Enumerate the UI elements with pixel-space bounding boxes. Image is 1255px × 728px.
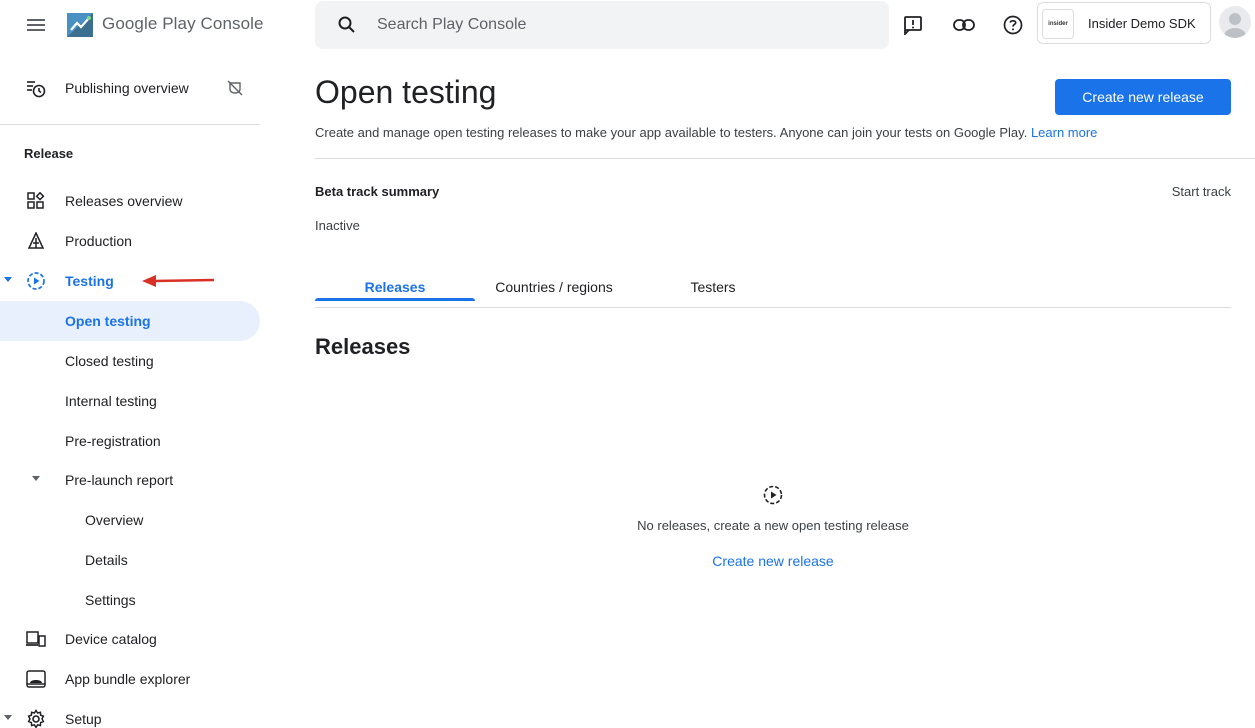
devices-icon: [26, 629, 46, 649]
tab-testers[interactable]: Testers: [633, 266, 793, 308]
sidebar-item-label: Releases overview: [65, 193, 183, 209]
feedback-icon[interactable]: [901, 13, 925, 37]
sidebar: Publishing overview Release Releases ove…: [0, 60, 262, 728]
start-track-button[interactable]: Start track: [1172, 184, 1231, 199]
sidebar-item-label: Publishing overview: [65, 80, 189, 96]
account-switcher[interactable]: insider Insider Demo SDK: [1037, 2, 1211, 44]
tab-releases[interactable]: Releases: [315, 266, 475, 308]
sidebar-item-open-testing[interactable]: Open testing: [0, 301, 260, 341]
gear-icon: [26, 709, 46, 728]
annotation-arrow-icon: [142, 275, 215, 287]
releases-heading: Releases: [315, 334, 411, 359]
brand-title[interactable]: Google Play Console: [102, 14, 264, 34]
page-title: Open testing: [315, 74, 497, 110]
user-avatar-icon[interactable]: [1219, 6, 1251, 38]
sidebar-item-label: Details: [85, 552, 128, 568]
sidebar-item-internal-testing[interactable]: Internal testing: [0, 381, 260, 421]
search-bar[interactable]: [315, 1, 889, 49]
sidebar-item-releases-overview[interactable]: Releases overview: [0, 181, 260, 221]
sidebar-item-app-bundle-explorer[interactable]: App bundle explorer: [0, 659, 260, 699]
testing-icon: [763, 485, 783, 505]
sidebar-item-label: Closed testing: [65, 353, 154, 369]
sidebar-item-device-catalog[interactable]: Device catalog: [0, 619, 260, 659]
help-icon[interactable]: [1001, 13, 1025, 37]
sidebar-item-setup[interactable]: Setup: [0, 699, 260, 728]
page-description: Create and manage open testing releases …: [315, 125, 1097, 140]
sidebar-item-label: Settings: [85, 592, 136, 608]
account-logo-icon: insider: [1042, 9, 1074, 39]
empty-state-message: No releases, create a new open testing r…: [637, 518, 909, 533]
create-new-release-link-text[interactable]: Create new release: [712, 553, 833, 569]
app-bundle-icon: [26, 669, 46, 689]
dashboard-icon: [26, 191, 46, 211]
sidebar-section-release: Release: [24, 146, 74, 161]
sidebar-item-production[interactable]: Production: [0, 221, 260, 261]
sidebar-item-label: Overview: [85, 512, 144, 528]
expand-caret-icon[interactable]: [4, 715, 12, 720]
play-console-logo-icon[interactable]: [64, 8, 96, 40]
track-summary-title: Beta track summary: [315, 184, 440, 199]
create-new-release-link: Create new release: [315, 553, 1231, 569]
tab-bar: Releases Countries / regions Testers: [315, 266, 1231, 308]
sidebar-item-details[interactable]: Details: [0, 540, 260, 580]
hamburger-menu-icon[interactable]: [24, 13, 48, 37]
expand-caret-icon[interactable]: [32, 476, 40, 481]
sidebar-item-label: Open testing: [65, 313, 151, 329]
create-new-release-button[interactable]: Create new release: [1055, 79, 1231, 115]
publishing-schedule-icon: [26, 78, 46, 98]
expand-caret-icon[interactable]: [4, 277, 12, 282]
sidebar-item-label: Setup: [65, 711, 102, 727]
sidebar-item-testing[interactable]: Testing: [0, 261, 260, 301]
track-status: Inactive: [315, 218, 360, 233]
production-icon: [26, 231, 46, 251]
testing-icon: [26, 271, 46, 291]
sidebar-item-closed-testing[interactable]: Closed testing: [0, 341, 260, 381]
top-bar: Google Play Console insider Insider Demo…: [0, 0, 1255, 50]
sidebar-item-label: Pre-launch report: [65, 472, 174, 488]
tab-countries-regions[interactable]: Countries / regions: [475, 266, 633, 308]
sidebar-item-label: Testing: [65, 273, 114, 289]
search-input[interactable]: [377, 1, 867, 49]
sidebar-item-label: App bundle explorer: [65, 671, 191, 687]
link-icon[interactable]: [952, 13, 976, 37]
sidebar-item-label: Device catalog: [65, 631, 157, 647]
search-icon: [338, 16, 355, 33]
sidebar-item-pre-registration[interactable]: Pre-registration: [0, 421, 260, 461]
sidebar-item-settings[interactable]: Settings: [0, 580, 260, 620]
account-name: Insider Demo SDK: [1088, 16, 1196, 31]
learn-more-link[interactable]: Learn more: [1031, 125, 1097, 140]
page-description-text: Create and manage open testing releases …: [315, 125, 1028, 140]
sidebar-item-pre-launch-report[interactable]: Pre-launch report: [0, 460, 260, 500]
sidebar-item-label: Pre-registration: [65, 433, 161, 449]
sidebar-item-label: Internal testing: [65, 393, 157, 409]
sidebar-item-label: Production: [65, 233, 132, 249]
sidebar-item-overview[interactable]: Overview: [0, 500, 260, 540]
sidebar-divider: [0, 124, 260, 125]
header-divider: [315, 158, 1255, 159]
managed-publishing-off-icon[interactable]: [226, 79, 244, 100]
sidebar-item-publishing-overview[interactable]: Publishing overview: [0, 68, 260, 108]
active-tab-indicator: [315, 298, 475, 301]
